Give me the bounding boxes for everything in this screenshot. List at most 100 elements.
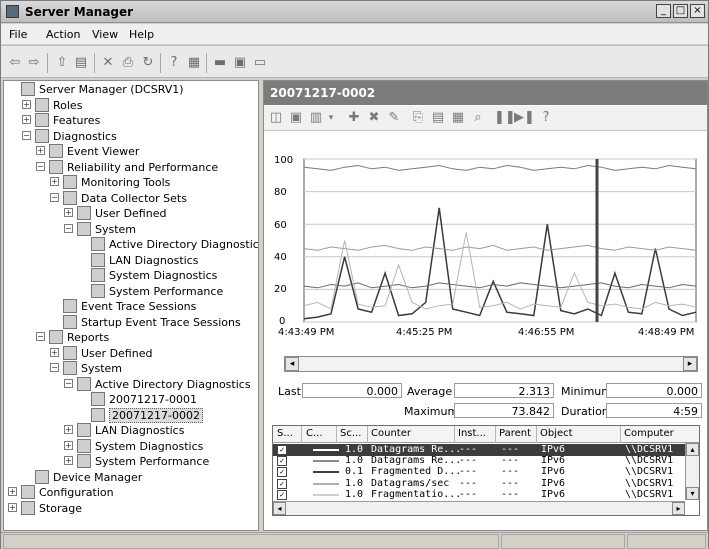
tree-item[interactable]: − System [4, 361, 258, 376]
tree-item[interactable]: LAN Diagnostics [4, 252, 258, 268]
expand-icon[interactable]: + [8, 487, 17, 496]
column-computer[interactable]: Computer [624, 428, 674, 439]
column-show[interactable]: S... [277, 428, 293, 439]
menu-file[interactable]: File [9, 28, 27, 41]
back-arrow-icon[interactable]: ⇦ [7, 55, 23, 71]
maximize-button[interactable]: □ [673, 4, 688, 18]
tree-item[interactable]: + LAN Diagnostics [4, 423, 258, 438]
scroll-right-arrow-icon[interactable]: ▸ [683, 357, 697, 371]
expand-icon[interactable]: + [64, 425, 73, 434]
close-button[interactable]: × [690, 4, 705, 18]
tree-item[interactable]: − Diagnostics [4, 128, 258, 144]
scroll-left-arrow-icon[interactable]: ◂ [273, 502, 286, 515]
tree-item[interactable]: − Data Collector Sets [4, 190, 258, 206]
tree-item[interactable]: − Active Directory Diagnostics [4, 376, 258, 392]
tree-item[interactable]: + Roles [4, 97, 258, 113]
column-object[interactable]: Object [540, 428, 573, 439]
collapse-icon[interactable]: − [50, 363, 59, 372]
counter-list-vertical-scrollbar[interactable]: ▴ ▾ [685, 443, 699, 500]
paste-counter-list-icon[interactable]: ▤ [430, 110, 446, 126]
properties-icon[interactable]: ▦ [186, 55, 202, 71]
scroll-right-arrow-icon[interactable]: ▸ [672, 502, 685, 515]
expand-icon[interactable]: + [8, 502, 17, 512]
show-checkbox[interactable]: ✓ [277, 445, 287, 455]
collapse-icon[interactable]: − [36, 161, 45, 171]
tree-item[interactable]: − System [4, 221, 258, 237]
add-counter-icon[interactable]: ✚ [346, 110, 362, 126]
counter-row[interactable]: ✓ 1.0 Datagrams Re... --- --- IPv6 \\DCSRV1 [273, 444, 685, 456]
scroll-down-arrow-icon[interactable]: ▾ [686, 487, 699, 500]
column-scale[interactable]: Sc... [340, 428, 361, 439]
tree-item[interactable]: Event Trace Sessions [4, 299, 258, 314]
show-checkbox[interactable]: ✓ [277, 456, 287, 467]
performance-graph[interactable]: 100 80 60 40 20 0 4:43:49 PM 4:45:25 PM … [264, 132, 707, 349]
scroll-left-arrow-icon[interactable]: ◂ [285, 357, 299, 371]
collapse-icon[interactable]: − [36, 332, 45, 341]
expand-icon[interactable]: + [22, 99, 31, 109]
show-hide-tree-icon[interactable]: ▤ [73, 55, 89, 71]
counter-row[interactable]: ✓ 1.0 Datagrams Re... --- --- IPv6 \\DCSRV1 [273, 455, 685, 467]
menu-action[interactable]: Action [46, 28, 80, 41]
expand-icon[interactable]: + [50, 347, 59, 357]
view-current-activity-icon[interactable]: ◫ [268, 110, 284, 126]
expand-icon[interactable]: + [36, 146, 45, 155]
properties-icon[interactable]: ▦ [450, 110, 466, 126]
update-data-icon[interactable]: ▶❚ [514, 110, 535, 126]
tree-item[interactable]: + Features [4, 113, 258, 128]
collapse-icon[interactable]: − [22, 130, 31, 140]
graph-time-scrollbar[interactable]: ◂ ▸ [284, 356, 698, 372]
show-checkbox[interactable]: ✓ [277, 489, 287, 500]
tree-item[interactable]: − Reliability and Performance [4, 159, 258, 175]
change-graph-type-icon[interactable]: ▥ [308, 110, 324, 126]
expand-icon[interactable]: + [64, 456, 73, 465]
menu-help[interactable]: Help [129, 28, 154, 41]
counter-row[interactable]: ✓ 1.0 Datagrams/sec --- --- IPv6 \\DCSRV1 [273, 478, 685, 490]
column-counter[interactable]: Counter [371, 428, 411, 439]
console-icon[interactable]: ▣ [232, 55, 248, 71]
minimize-button[interactable]: _ [656, 4, 671, 18]
title-bar[interactable]: Server Manager _ □ × [1, 1, 708, 23]
tree-item[interactable]: + Configuration [4, 485, 258, 500]
collapse-icon[interactable]: − [50, 192, 59, 202]
scroll-up-arrow-icon[interactable]: ▴ [686, 443, 699, 456]
help-icon[interactable]: ? [538, 110, 554, 126]
menu-view[interactable]: View [92, 28, 118, 41]
help-icon[interactable]: ? [166, 55, 182, 71]
tree-item[interactable]: + Event Viewer [4, 144, 258, 159]
delete-icon[interactable]: ✕ [100, 55, 116, 71]
highlight-icon[interactable]: ✎ [386, 110, 402, 126]
chevron-down-icon[interactable]: ▾ [323, 110, 339, 126]
tree-item[interactable]: 20071217-0002 [4, 407, 258, 423]
tree-item[interactable]: Device Manager [4, 469, 258, 485]
counter-row[interactable]: ✓ 1.0 Fragmentatio... --- --- IPv6 \\DCSRV1 [273, 489, 685, 501]
expand-icon[interactable]: + [22, 115, 31, 124]
column-instance[interactable]: Inst... [458, 428, 486, 439]
show-checkbox[interactable]: ✓ [277, 478, 287, 489]
collapse-icon[interactable]: − [64, 378, 73, 388]
up-folder-icon[interactable]: ⇧ [54, 55, 70, 71]
tree-item[interactable]: Active Directory Diagnostics [4, 237, 258, 252]
show-checkbox[interactable]: ✓ [277, 467, 287, 478]
tree-item[interactable]: System Diagnostics [4, 268, 258, 283]
collapse-icon[interactable]: − [64, 223, 73, 233]
expand-icon[interactable]: + [50, 177, 59, 186]
print-icon[interactable]: ⎙ [120, 55, 136, 71]
tree-item[interactable]: + System Diagnostics [4, 438, 258, 454]
tree-item[interactable]: + User Defined [4, 345, 258, 361]
view-log-data-icon[interactable]: ▣ [288, 110, 304, 126]
tree-item[interactable]: System Performance [4, 283, 258, 299]
tree-item[interactable]: + System Performance [4, 454, 258, 469]
tree-item[interactable]: 20071217-0001 [4, 392, 258, 407]
new-window-icon[interactable]: ▭ [252, 55, 268, 71]
column-parent[interactable]: Parent [499, 428, 531, 439]
counter-row[interactable]: ✓ 0.1 Fragmented D... --- --- IPv6 \\DCSRV1 [273, 466, 685, 478]
column-color[interactable]: C... [306, 428, 323, 439]
forward-arrow-icon[interactable]: ⇨ [26, 55, 42, 71]
copy-properties-icon[interactable]: ⎘ [410, 110, 426, 126]
expand-icon[interactable]: + [64, 440, 73, 450]
tree-item[interactable]: + Monitoring Tools [4, 175, 258, 190]
tree-item[interactable]: + Storage [4, 500, 258, 516]
tree-item[interactable]: + User Defined [4, 206, 258, 221]
freeze-display-icon[interactable]: ❚❚ [494, 110, 516, 126]
refresh-icon[interactable]: ↻ [140, 55, 156, 71]
